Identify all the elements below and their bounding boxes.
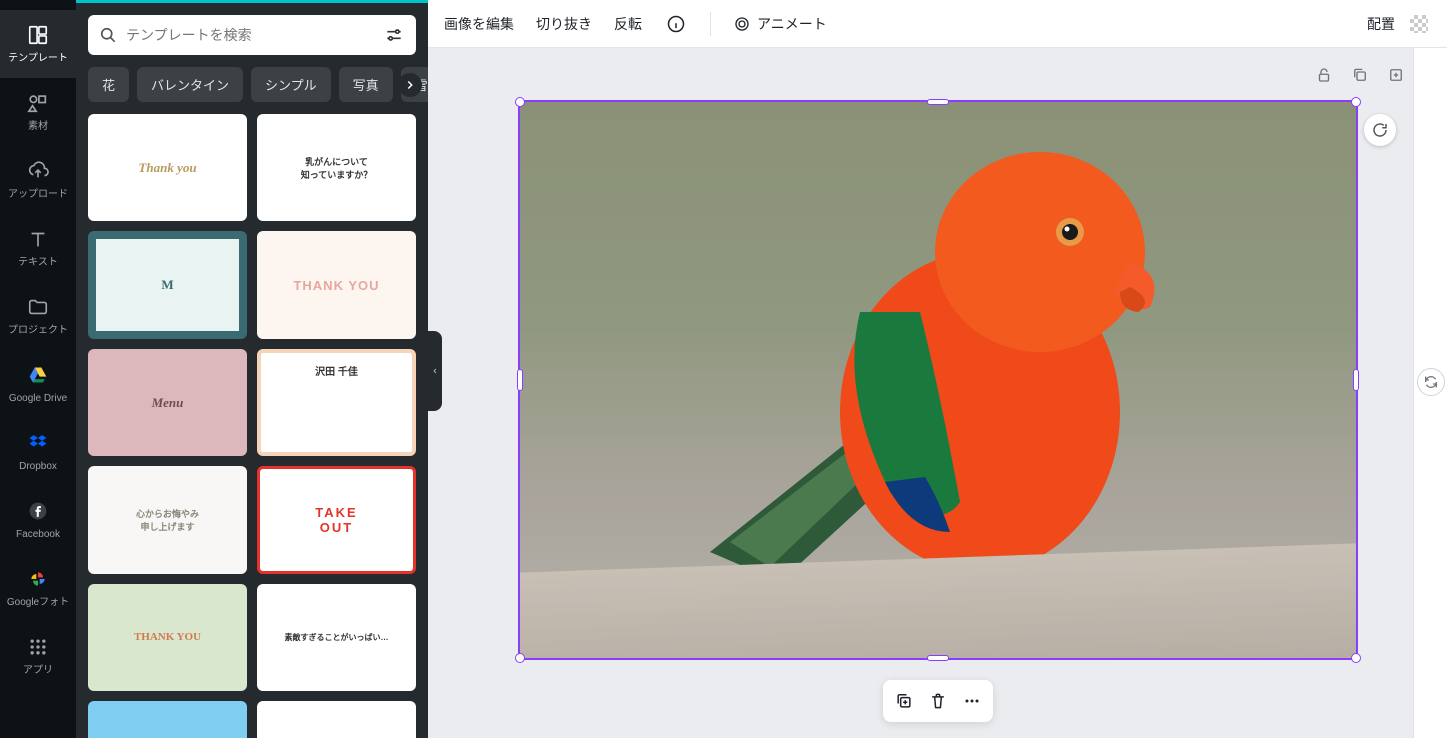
- nav-label: Google Drive: [7, 393, 69, 405]
- text-icon: [26, 227, 50, 251]
- projects-icon: [26, 295, 50, 319]
- context-toolbar: 画像を編集 切り抜き 反転 アニメート 配置: [428, 0, 1447, 48]
- nav-label: アプリ: [21, 665, 55, 677]
- gdrive-icon: [26, 363, 50, 387]
- duplicate-element-button[interactable]: [889, 686, 919, 716]
- main-area: 画像を編集 切り抜き 反転 アニメート 配置: [428, 0, 1447, 738]
- upload-icon: [26, 159, 50, 183]
- design-page[interactable]: [518, 100, 1358, 660]
- flip-button[interactable]: 反転: [614, 14, 642, 34]
- resize-handle-se[interactable]: [1351, 653, 1361, 663]
- apps-icon: [26, 635, 50, 659]
- chip-valentine[interactable]: バレンタイン: [137, 67, 243, 102]
- resize-handle-sw[interactable]: [515, 653, 525, 663]
- resize-handle-s[interactable]: [927, 655, 949, 661]
- nav-elements[interactable]: 素材: [0, 78, 76, 146]
- nav-label: プロジェクト: [6, 325, 70, 337]
- toolbar-right: 配置: [1367, 12, 1431, 36]
- page-actions: [1313, 64, 1407, 86]
- nav-label: テキスト: [16, 257, 60, 269]
- search-input[interactable]: [126, 27, 382, 43]
- resize-handle-w[interactable]: [517, 369, 523, 391]
- resize-handle-nw[interactable]: [515, 97, 525, 107]
- elements-icon: [26, 91, 50, 115]
- more-options-button[interactable]: [957, 686, 987, 716]
- crop-button[interactable]: 切り抜き: [536, 14, 592, 34]
- template-card[interactable]: THANK YOU: [257, 231, 416, 338]
- nav-text[interactable]: テキスト: [0, 214, 76, 282]
- nav-apps[interactable]: アプリ: [0, 622, 76, 690]
- search-filter-icon[interactable]: [382, 23, 406, 47]
- nav-label: Dropbox: [17, 461, 59, 473]
- search-icon: [98, 25, 118, 45]
- search-row: [76, 3, 428, 67]
- template-card[interactable]: [88, 701, 247, 738]
- filter-chips-row: 花 バレンタイン シンプル 写真 雪: [76, 67, 428, 114]
- gphotos-icon: [26, 567, 50, 591]
- nav-label: Googleフォト: [5, 597, 71, 609]
- animate-label: アニメート: [757, 14, 827, 34]
- template-card[interactable]: THANK YOU: [88, 584, 247, 691]
- toolbar-separator: [710, 12, 711, 36]
- nav-templates[interactable]: テンプレート: [0, 10, 76, 78]
- delete-element-button[interactable]: [923, 686, 953, 716]
- templates-grid: Thank you 乳がんについて 知っていますか？ M THANK YOU M…: [76, 114, 428, 738]
- dropbox-icon: [26, 431, 50, 455]
- nav-dropbox[interactable]: Dropbox: [0, 418, 76, 486]
- templates-icon: [26, 23, 50, 47]
- duplicate-page-icon[interactable]: [1349, 64, 1371, 86]
- template-card[interactable]: TAKE OUT: [257, 466, 416, 573]
- transparency-icon[interactable]: [1407, 12, 1431, 36]
- toolbar-left: 画像を編集 切り抜き 反転 アニメート: [444, 12, 827, 36]
- template-card[interactable]: 素敵すぎることがいっぱい…: [257, 584, 416, 691]
- nav-projects[interactable]: プロジェクト: [0, 282, 76, 350]
- template-card[interactable]: [257, 701, 416, 738]
- sync-button[interactable]: [1417, 368, 1445, 396]
- resize-handle-n[interactable]: [927, 99, 949, 105]
- animate-button[interactable]: アニメート: [733, 14, 827, 34]
- nav-google-photos[interactable]: Googleフォト: [0, 554, 76, 622]
- panel-collapse-button[interactable]: [428, 331, 442, 411]
- resize-handle-ne[interactable]: [1351, 97, 1361, 107]
- template-card[interactable]: Thank you: [88, 114, 247, 221]
- template-card[interactable]: 心からお悔やみ 申し上げます: [88, 466, 247, 573]
- nav-google-drive[interactable]: Google Drive: [0, 350, 76, 418]
- nav-label: Facebook: [14, 529, 62, 541]
- nav-facebook[interactable]: Facebook: [0, 486, 76, 554]
- edit-image-button[interactable]: 画像を編集: [444, 14, 514, 34]
- nav-uploads[interactable]: アップロード: [0, 146, 76, 214]
- resize-handle-e[interactable]: [1353, 369, 1359, 391]
- template-card[interactable]: 沢田 千佳: [257, 349, 416, 456]
- element-floating-toolbar: [883, 680, 993, 722]
- add-page-icon[interactable]: [1385, 64, 1407, 86]
- info-icon[interactable]: [664, 12, 688, 36]
- nav-label: アップロード: [6, 189, 70, 201]
- image-content[interactable]: [520, 102, 1356, 658]
- chip-photo[interactable]: 写真: [339, 67, 393, 102]
- chip-simple[interactable]: シンプル: [251, 67, 331, 102]
- search-box: [88, 15, 416, 55]
- template-card[interactable]: Menu: [88, 349, 247, 456]
- canvas-area[interactable]: [428, 48, 1447, 738]
- chips-scroll-right[interactable]: [398, 73, 422, 97]
- lock-icon[interactable]: [1313, 64, 1335, 86]
- rotate-button[interactable]: [1364, 114, 1396, 146]
- nav-label: テンプレート: [6, 53, 70, 65]
- selected-image-frame[interactable]: [518, 100, 1358, 660]
- template-card[interactable]: 乳がんについて 知っていますか？: [257, 114, 416, 221]
- template-card[interactable]: M: [88, 231, 247, 338]
- templates-panel: 花 バレンタイン シンプル 写真 雪 Thank you 乳がんについて 知って…: [76, 0, 428, 738]
- facebook-icon: [26, 499, 50, 523]
- bird-image: [660, 132, 1160, 612]
- position-button[interactable]: 配置: [1367, 14, 1395, 34]
- left-nav-rail: テンプレート 素材 アップロード テキスト プロジェクト Google Driv…: [0, 0, 76, 738]
- nav-label: 素材: [26, 121, 50, 133]
- right-rail: [1413, 48, 1447, 738]
- chip-flower[interactable]: 花: [88, 67, 129, 102]
